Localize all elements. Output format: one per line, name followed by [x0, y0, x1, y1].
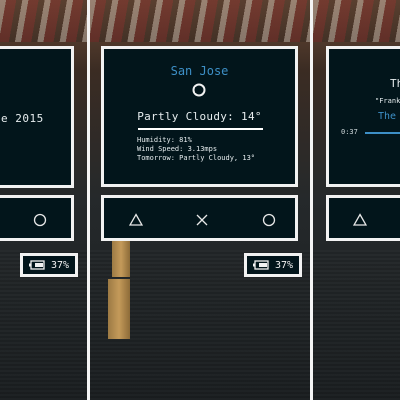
weather-details: Humidity: 81% Wind Speed: 3.13mps Tomorr…	[137, 136, 255, 163]
city-name: San Jose	[170, 64, 229, 78]
cross-icon	[196, 214, 208, 226]
humidity-text: Humidity: 81%	[137, 136, 192, 144]
battery-indicator: 37%	[20, 253, 79, 277]
battery-icon	[253, 260, 269, 270]
wooden-stick	[108, 279, 130, 339]
triangle-button[interactable]	[345, 205, 375, 235]
wind-speed-text: Wind Speed: 3.13mps	[137, 145, 218, 153]
circle-button[interactable]	[254, 205, 284, 235]
music-card: Th "Frank The 0:37	[326, 46, 400, 187]
music-song: The	[378, 111, 397, 122]
triangle-button[interactable]	[121, 205, 151, 235]
screenshot-panel-1: e 2015 37%	[0, 0, 87, 400]
battery-icon	[29, 260, 45, 270]
date-text: e 2015	[1, 112, 44, 125]
weather-card: San Jose Partly Cloudy: 14° Humidity: 81…	[101, 46, 298, 187]
weather-condition: Partly Cloudy: 14°	[137, 110, 262, 123]
button-bar	[0, 195, 74, 241]
panel-divider	[87, 0, 90, 400]
weather-divider	[138, 128, 263, 130]
tomorrow-forecast-text: Tomorrow: Partly Cloudy, 13°	[137, 154, 256, 162]
elapsed-time: 0:37	[341, 128, 358, 136]
triangle-icon	[129, 213, 143, 226]
music-artist: "Frank	[375, 97, 400, 105]
panel-divider	[310, 0, 313, 400]
circle-button[interactable]	[25, 205, 55, 235]
progress-bar[interactable]	[365, 132, 400, 134]
battery-level: 37%	[51, 259, 70, 271]
screenshot-panel-3: Th "Frank The 0:37	[313, 0, 400, 400]
circle-icon	[33, 213, 47, 227]
battery-level: 37%	[275, 259, 294, 271]
screenshot-panel-2: San Jose Partly Cloudy: 14° Humidity: 81…	[90, 0, 310, 400]
cross-button[interactable]	[187, 205, 217, 235]
circle-icon	[262, 213, 276, 227]
button-bar	[326, 195, 400, 241]
wooden-stick	[112, 241, 130, 277]
button-bar	[101, 195, 298, 241]
triangle-icon	[353, 213, 367, 226]
partly-cloudy-icon	[192, 83, 206, 97]
battery-indicator: 37%	[244, 253, 303, 277]
date-card: e 2015	[0, 46, 74, 188]
music-title: Th	[390, 77, 400, 90]
